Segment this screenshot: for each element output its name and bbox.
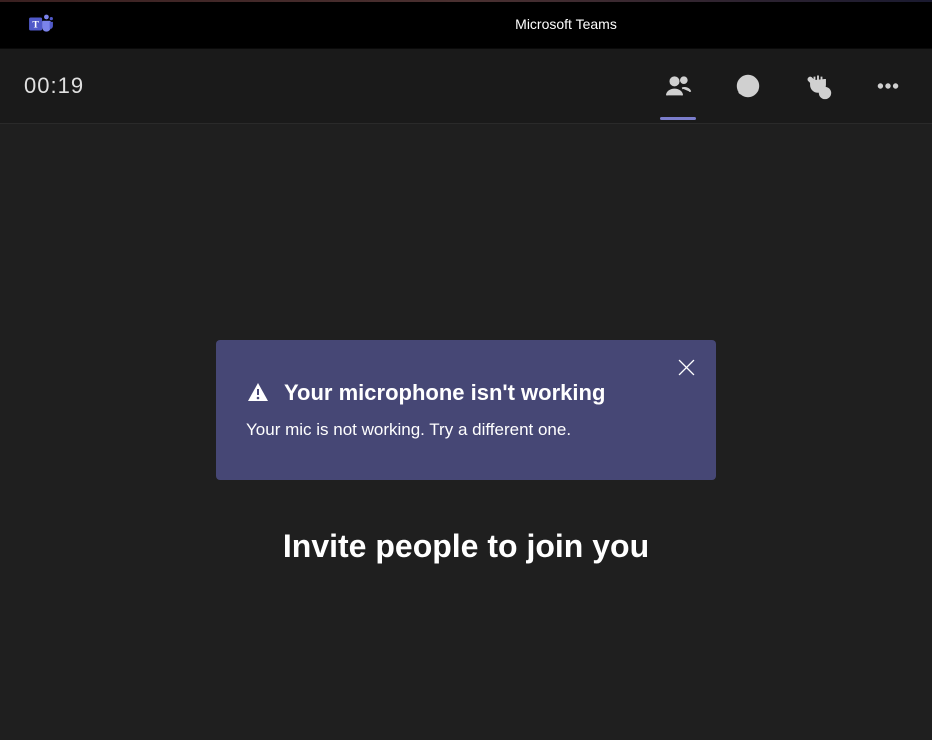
people-button[interactable] [658,66,698,106]
warning-icon [246,381,270,405]
reactions-button[interactable] [798,66,838,106]
teams-logo-icon: T [28,11,54,37]
chat-button[interactable] [728,66,768,106]
title-bar-accent [0,0,932,2]
call-toolbar: 00:19 [0,49,932,124]
svg-text:T: T [32,19,39,30]
call-main-area: Your microphone isn't working Your mic i… [0,124,932,740]
toolbar-buttons [658,66,908,106]
title-bar: T Microsoft Teams [0,0,932,49]
more-button[interactable] [868,66,908,106]
app-title: Microsoft Teams [515,16,617,32]
microphone-alert: Your microphone isn't working Your mic i… [216,340,716,480]
alert-title: Your microphone isn't working [284,380,605,406]
alert-close-button[interactable] [674,356,698,380]
active-tab-indicator [660,117,696,120]
call-timer: 00:19 [24,73,84,99]
invite-heading: Invite people to join you [283,528,649,565]
alert-header: Your microphone isn't working [246,380,686,406]
alert-body: Your mic is not working. Try a different… [246,420,686,440]
